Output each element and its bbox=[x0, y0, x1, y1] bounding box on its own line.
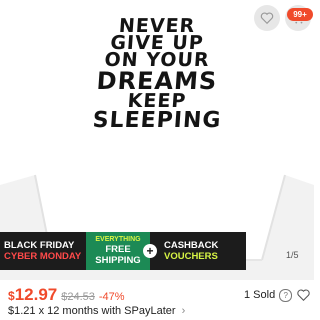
event-label: BLACK FRIDAY CYBER MONDAY bbox=[0, 232, 90, 270]
sold-row: 1 Sold ? bbox=[244, 288, 311, 302]
sold-count: 1 Sold bbox=[244, 289, 276, 301]
installment-info[interactable]: $1.21 x 12 months with SPayLater › bbox=[8, 305, 185, 317]
print-line: SLEEPING bbox=[91, 108, 223, 133]
plus-icon: + bbox=[143, 244, 157, 258]
free-text: FREE bbox=[105, 244, 131, 255]
shipping-text: SHIPPING bbox=[95, 255, 141, 266]
cashback-text: CASHBACK bbox=[164, 240, 219, 251]
image-page-indicator: 1/5 bbox=[286, 250, 299, 260]
heart-outline-icon bbox=[297, 289, 310, 301]
promo-banner[interactable]: BLACK FRIDAY CYBER MONDAY EVERYTHING FRE… bbox=[0, 232, 246, 270]
price-row: $ 12.97 $24.53 -47% bbox=[8, 285, 125, 304]
everything-text: EVERYTHING bbox=[95, 236, 141, 243]
cyber-monday-text: CYBER MONDAY bbox=[4, 251, 82, 262]
help-icon[interactable]: ? bbox=[279, 288, 293, 302]
original-price: $24.53 bbox=[61, 291, 95, 303]
shirt-print-text: NEVER GIVE UP ON YOUR DREAMS KEEP SLEEPI… bbox=[0, 15, 314, 133]
installment-text: $1.21 x 12 months with SPayLater bbox=[8, 305, 176, 317]
favorite-button[interactable] bbox=[254, 5, 280, 31]
discount-badge: -47% bbox=[98, 291, 125, 303]
like-button[interactable] bbox=[296, 288, 311, 302]
cashback-label: CASHBACK VOUCHERS bbox=[160, 232, 246, 270]
free-shipping-label: EVERYTHING FREE SHIPPING bbox=[86, 232, 150, 270]
chevron-right-icon: › bbox=[181, 305, 186, 317]
cart-count-badge: 99+ bbox=[287, 8, 313, 21]
vouchers-text: VOUCHERS bbox=[164, 251, 218, 262]
currency-symbol: $ bbox=[8, 289, 15, 303]
current-price: 12.97 bbox=[14, 285, 58, 304]
black-friday-text: BLACK FRIDAY bbox=[4, 240, 75, 251]
heart-icon bbox=[260, 12, 274, 25]
